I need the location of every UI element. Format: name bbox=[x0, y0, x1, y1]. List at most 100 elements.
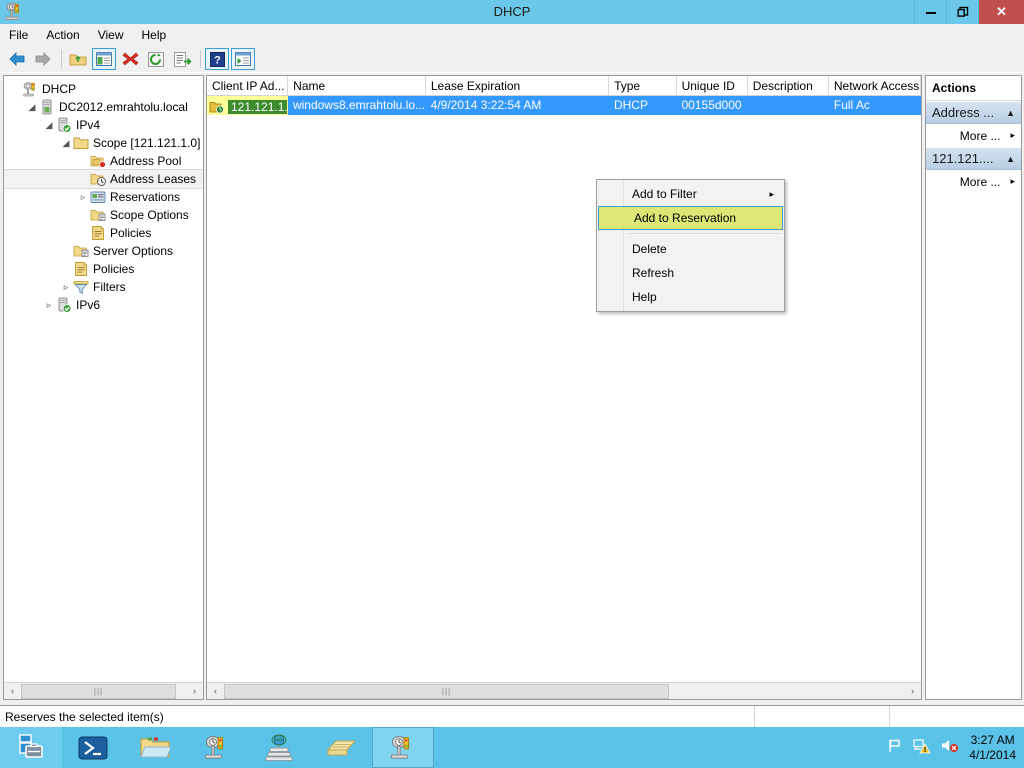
ctx-add-to-filter[interactable]: Add to Filter ▸ bbox=[597, 182, 784, 206]
list-body: 121.121.1.24 windows8.emrahtolu.lo... 4/9/… bbox=[207, 96, 921, 115]
tree-node-ipv6[interactable]: ▹ IPv6 bbox=[4, 296, 203, 314]
taskbar-notepad[interactable] bbox=[310, 727, 372, 768]
actions-group-label: 121.121.... bbox=[932, 151, 994, 166]
dhcp-icon bbox=[3, 1, 25, 23]
tree-scroll-right-button[interactable]: › bbox=[186, 684, 203, 699]
tree-node-filters[interactable]: ▹ Filters bbox=[4, 278, 203, 296]
ctx-add-to-reservation[interactable]: Add to Reservation bbox=[598, 206, 783, 230]
column-header[interactable]: Network Access Protection bbox=[829, 76, 921, 95]
actions-more-address-leases[interactable]: More ... ▸ bbox=[926, 124, 1021, 147]
menu-file[interactable]: File bbox=[0, 25, 37, 45]
tree-scroll-track[interactable]: ||| bbox=[21, 683, 186, 699]
network-warning-icon[interactable]: ! bbox=[913, 738, 931, 757]
tree-hscrollbar[interactable]: ‹ ||| › bbox=[4, 682, 203, 699]
tree-node-address-pool[interactable]: Address Pool bbox=[4, 152, 203, 170]
ctx-delete[interactable]: Delete bbox=[597, 237, 784, 261]
window-controls: ✕ bbox=[914, 0, 1024, 24]
actions-group-address-leases[interactable]: Address ... ▲ bbox=[926, 101, 1021, 124]
action-center-flag-icon[interactable] bbox=[887, 738, 903, 757]
menu-help[interactable]: Help bbox=[133, 25, 176, 45]
toolbar-separator-1 bbox=[61, 50, 62, 68]
scope-folder-icon bbox=[73, 135, 89, 151]
chevron-up-icon[interactable]: ▲ bbox=[1006, 108, 1015, 118]
ctx-refresh[interactable]: Refresh bbox=[597, 261, 784, 285]
console-tree-icon[interactable] bbox=[92, 48, 116, 70]
ctx-help[interactable]: Help bbox=[597, 285, 784, 309]
column-header[interactable]: Lease Expiration bbox=[426, 76, 610, 95]
policies-icon bbox=[90, 225, 106, 241]
tree-node-server-options[interactable]: Server Options bbox=[4, 242, 203, 260]
cell-unique-id: 00155d000 bbox=[681, 98, 742, 112]
taskbar-file-explorer[interactable] bbox=[124, 727, 186, 768]
action-pane-icon[interactable] bbox=[231, 48, 255, 70]
tree-node-ipv4[interactable]: ◢ IPv4 bbox=[4, 116, 203, 134]
context-menu-separator bbox=[627, 233, 782, 234]
column-header[interactable]: Name bbox=[288, 76, 426, 95]
actions-more-client[interactable]: More ... ▸ bbox=[926, 170, 1021, 193]
context-menu-item-label: Refresh bbox=[632, 266, 675, 280]
taskbar-dhcp-running[interactable] bbox=[372, 727, 434, 768]
list-scroll-thumb[interactable]: ||| bbox=[224, 683, 669, 699]
export-list-icon[interactable] bbox=[170, 48, 194, 70]
tree-node-server[interactable]: ◢ DC2012.emrahtolu.local bbox=[4, 98, 203, 116]
toolbar-separator-2 bbox=[200, 50, 201, 68]
question-mark-icon[interactable]: ? bbox=[205, 48, 229, 70]
taskbar-dhcp-pinned[interactable] bbox=[186, 727, 248, 768]
folder-up-icon[interactable] bbox=[66, 48, 90, 70]
volume-muted-icon[interactable] bbox=[941, 738, 959, 757]
tree-scroll-thumb[interactable]: ||| bbox=[21, 683, 176, 699]
dhcp-console-window: DHCP ✕ File Action View Help ? DHCP ◢ DC… bbox=[0, 0, 1024, 768]
console-tree: DHCP ◢ DC2012.emrahtolu.local ◢ IPv4 ◢ Scope [… bbox=[4, 76, 203, 314]
maximize-button[interactable] bbox=[946, 0, 978, 24]
list-hscrollbar[interactable]: ‹ ||| › bbox=[207, 682, 921, 699]
back-button[interactable] bbox=[5, 48, 29, 70]
context-menu: Add to Filter ▸ Add to Reservation Delete Re… bbox=[596, 179, 785, 312]
list-scroll-track[interactable]: ||| bbox=[224, 683, 904, 699]
tree-node-reservations[interactable]: ▹ Reservations bbox=[4, 188, 203, 206]
tree-scroll-left-button[interactable]: ‹ bbox=[4, 684, 21, 699]
expand-triangle-icon[interactable]: ▹ bbox=[76, 188, 90, 206]
taskbar-powershell[interactable] bbox=[62, 727, 124, 768]
tree-node-label: Reservations bbox=[110, 190, 181, 204]
column-header[interactable]: Unique ID bbox=[677, 76, 748, 95]
client-ip-value: 121.121.1.24 bbox=[228, 99, 287, 114]
table-row[interactable]: 121.121.1.24 windows8.emrahtolu.lo... 4/9/… bbox=[207, 96, 921, 115]
expand-triangle-icon[interactable]: ▹ bbox=[59, 278, 73, 296]
column-header[interactable]: Description bbox=[748, 76, 829, 95]
actions-group-client[interactable]: 121.121.... ▲ bbox=[926, 147, 1021, 170]
tree-node-server-policies[interactable]: Policies bbox=[4, 260, 203, 278]
forward-button[interactable] bbox=[31, 48, 55, 70]
menu-action[interactable]: Action bbox=[37, 25, 88, 45]
taskbar-dns[interactable] bbox=[248, 727, 310, 768]
expand-triangle-icon[interactable]: ▹ bbox=[42, 296, 56, 314]
tree-node-address-leases[interactable]: Address Leases bbox=[4, 169, 203, 189]
column-header[interactable]: Type bbox=[609, 76, 677, 95]
minimize-button[interactable] bbox=[914, 0, 946, 24]
menu-view[interactable]: View bbox=[89, 25, 133, 45]
chevron-up-icon[interactable]: ▲ bbox=[1006, 154, 1015, 164]
tree-node-scope[interactable]: ◢ Scope [121.121.1.0] bir bbox=[4, 134, 203, 152]
tree-node-label: Address Leases bbox=[110, 172, 197, 186]
column-header[interactable]: Client IP Ad... bbox=[207, 76, 289, 95]
tree-node-label: Scope Options bbox=[110, 208, 189, 222]
list-scroll-left-button[interactable]: ‹ bbox=[207, 684, 224, 699]
taskbar-clock[interactable]: 3:27 AM 4/1/2014 bbox=[969, 733, 1016, 763]
clock-date: 4/1/2014 bbox=[969, 747, 1016, 762]
red-x-icon[interactable] bbox=[118, 48, 142, 70]
list-scroll-right-button[interactable]: › bbox=[904, 684, 921, 699]
collapse-triangle-icon[interactable]: ◢ bbox=[42, 116, 56, 134]
tree-node-scope-policies[interactable]: Policies bbox=[4, 224, 203, 242]
address-pool-icon bbox=[90, 153, 106, 169]
tree-node-scope-options[interactable]: Scope Options bbox=[4, 206, 203, 224]
collapse-triangle-icon[interactable]: ◢ bbox=[25, 98, 39, 116]
console-tree-pane: DHCP ◢ DC2012.emrahtolu.local ◢ IPv4 ◢ Scope [… bbox=[3, 75, 204, 700]
server-manager-start-icon[interactable] bbox=[0, 727, 62, 768]
tree-node-dhcp[interactable]: DHCP bbox=[4, 80, 203, 98]
close-button[interactable]: ✕ bbox=[978, 0, 1024, 24]
status-bar: Reserves the selected item(s) bbox=[0, 705, 1024, 728]
actions-item-label: More ... bbox=[959, 174, 1001, 189]
refresh-icon[interactable] bbox=[144, 48, 168, 70]
collapse-triangle-icon[interactable]: ◢ bbox=[59, 134, 73, 152]
